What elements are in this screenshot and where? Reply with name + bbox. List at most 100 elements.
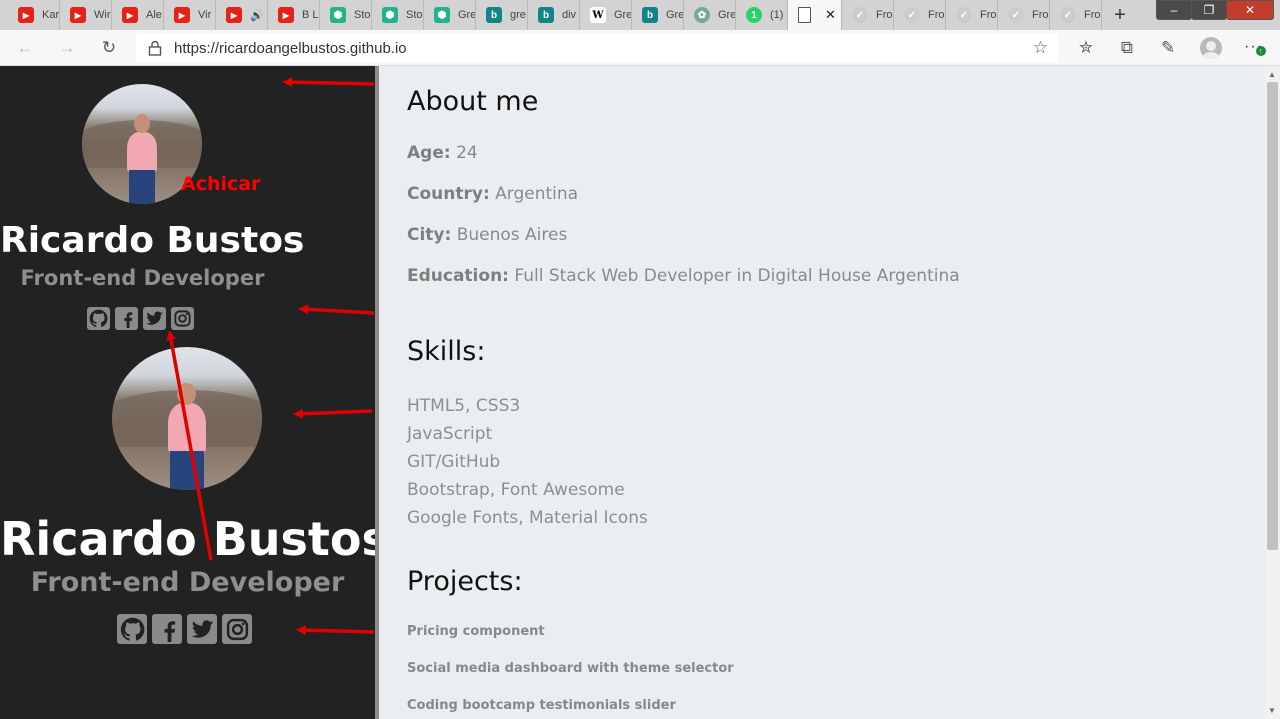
browser-tab[interactable]: ▶ B L <box>268 0 320 30</box>
twitter-icon[interactable] <box>187 614 217 644</box>
projects-heading: Projects: <box>407 566 523 597</box>
tab-title: Fro <box>1084 9 1101 21</box>
youtube-icon: ▶ <box>70 7 86 23</box>
audio-playing-icon[interactable]: 🔊 <box>250 9 264 22</box>
facebook-icon[interactable] <box>152 614 182 644</box>
favorite-star-icon[interactable]: ☆ <box>1033 38 1048 58</box>
forward-icon[interactable]: → <box>56 37 78 59</box>
feedback-icon[interactable]: ✎ <box>1157 37 1179 59</box>
url-text: https://ricardoangelbustos.github.io <box>174 39 407 57</box>
social-links-large <box>117 614 252 644</box>
youtube-icon: ▶ <box>18 7 34 23</box>
window-controls: – ❐ ✕ <box>1156 0 1274 20</box>
skill-item: HTML5, CSS3 <box>407 396 521 416</box>
info-city: City: Buenos Aires <box>407 225 568 245</box>
browser-tab[interactable]: ✓ Fro <box>946 0 998 30</box>
profile-photo-large <box>112 347 262 490</box>
instagram-icon[interactable] <box>171 307 194 330</box>
tab-title: B L <box>302 9 319 21</box>
frontendmentor-icon: ✓ <box>1060 7 1076 23</box>
settings-menu-icon[interactable]: ··· ↑ <box>1244 38 1266 56</box>
browser-tab[interactable]: ✓ Fro <box>842 0 894 30</box>
tab-title: Fro <box>876 9 893 21</box>
tab-title: Kar <box>42 9 59 21</box>
page-icon <box>798 7 811 23</box>
browser-toolbar: ← → ↻ https://ricardoangelbustos.github.… <box>0 30 1280 66</box>
browser-tab[interactable]: 1 (1) <box>736 0 788 30</box>
scroll-up-icon[interactable]: ▲ <box>1268 70 1276 79</box>
youtube-icon: ▶ <box>226 7 242 23</box>
close-window-button[interactable]: ✕ <box>1226 0 1274 20</box>
twitter-icon[interactable] <box>143 307 166 330</box>
browser-tab[interactable]: ✕ <box>788 0 842 30</box>
frontendmentor-icon: ✓ <box>1008 7 1024 23</box>
tab-title: Vir <box>198 9 212 21</box>
project-link[interactable]: Coding bootcamp testimonials slider <box>407 698 676 713</box>
browser-tab[interactable]: ✓ Fro <box>998 0 1050 30</box>
bing-icon: b <box>642 7 658 23</box>
update-badge-icon: ↑ <box>1256 46 1266 56</box>
youtube-icon: ▶ <box>122 7 138 23</box>
browser-tab[interactable]: ▶ Wir <box>60 0 112 30</box>
tab-title: div <box>562 9 577 21</box>
tab-title: Sto <box>406 9 423 21</box>
profile-name-large: Ricardo Bustos <box>0 512 375 566</box>
browser-tab[interactable]: ▶ Vir <box>164 0 216 30</box>
main-content: About me Age: 24 Country: Argentina City… <box>379 66 1265 719</box>
close-tab-icon[interactable]: ✕ <box>825 7 836 23</box>
frontendmentor-icon: ✓ <box>852 7 868 23</box>
tab-title: gre <box>510 9 526 21</box>
profile-role-small: Front-end Developer <box>20 266 265 290</box>
page-scrollbar[interactable]: ▲ ▼ <box>1265 66 1280 719</box>
minimize-button[interactable]: – <box>1156 0 1192 20</box>
browser-tab[interactable]: W Gre <box>580 0 632 30</box>
browser-tab[interactable]: ⬢ Sto <box>372 0 424 30</box>
collections-icon[interactable]: ⧉ <box>1116 37 1138 59</box>
github-icon[interactable] <box>87 307 110 330</box>
browser-tab[interactable]: ✿ Gre <box>684 0 736 30</box>
maximize-button[interactable]: ❐ <box>1191 0 1227 20</box>
browser-tab[interactable]: ▶ 🔊 <box>216 0 268 30</box>
skill-item: Google Fonts, Material Icons <box>407 508 648 528</box>
wikipedia-icon: W <box>590 7 606 23</box>
tab-title: Ale <box>146 9 162 21</box>
tab-title: Sto <box>354 9 371 21</box>
favorites-icon[interactable]: ✮ <box>1075 37 1097 59</box>
browser-tab[interactable]: b div <box>528 0 580 30</box>
facebook-icon[interactable] <box>115 307 138 330</box>
profile-name-small: Ricardo Bustos <box>0 220 305 261</box>
github-icon[interactable] <box>117 614 147 644</box>
tab-title: (1) <box>770 9 784 21</box>
back-icon[interactable]: ← <box>14 37 36 59</box>
instagram-icon[interactable] <box>222 614 252 644</box>
scrollbar-thumb[interactable] <box>1267 82 1278 550</box>
browser-tab-strip: ▶ Kar ▶ Wir ▶ Ale ▶ Vir ▶ 🔊 ▶ B L ⬢ Sto ⬢ Sto ⬢ Gre b gre b d… <box>0 0 1280 30</box>
skill-item: Bootstrap, Font Awesome <box>407 480 625 500</box>
browser-tab[interactable]: ▶ Ale <box>112 0 164 30</box>
social-links-small <box>87 307 194 330</box>
skills-heading: Skills: <box>407 336 486 367</box>
browser-tab[interactable]: ⬢ Gre <box>424 0 476 30</box>
browser-tab[interactable]: ⬢ Sto <box>320 0 372 30</box>
profile-avatar[interactable] <box>1200 37 1222 59</box>
frontendmentor-icon: ✓ <box>904 7 920 23</box>
project-link[interactable]: Pricing component <box>407 624 545 639</box>
browser-tab[interactable]: ▶ Kar <box>8 0 60 30</box>
browser-tab[interactable]: b gre <box>476 0 528 30</box>
browser-tab[interactable]: ✓ Fro <box>1050 0 1102 30</box>
chatgpt-icon: ✿ <box>694 7 710 23</box>
browser-tab[interactable]: ✓ Fro <box>894 0 946 30</box>
bing-icon: b <box>486 7 502 23</box>
scroll-down-icon[interactable]: ▼ <box>1268 706 1276 715</box>
annotation-label: Achicar <box>181 173 261 195</box>
about-heading: About me <box>407 86 539 117</box>
tab-title: Fro <box>1032 9 1049 21</box>
refresh-icon[interactable]: ↻ <box>98 37 120 59</box>
profile-role-large: Front-end Developer <box>30 567 345 598</box>
project-link[interactable]: Social media dashboard with theme select… <box>407 661 734 676</box>
youtube-icon: ▶ <box>278 7 294 23</box>
browser-tab[interactable]: b Gre <box>632 0 684 30</box>
profile-sidebar: Achicar Ricardo Bustos Front-end Develop… <box>0 66 375 719</box>
address-bar[interactable]: https://ricardoangelbustos.github.io ☆ <box>136 33 1058 63</box>
new-tab-button[interactable]: + <box>1107 0 1133 30</box>
